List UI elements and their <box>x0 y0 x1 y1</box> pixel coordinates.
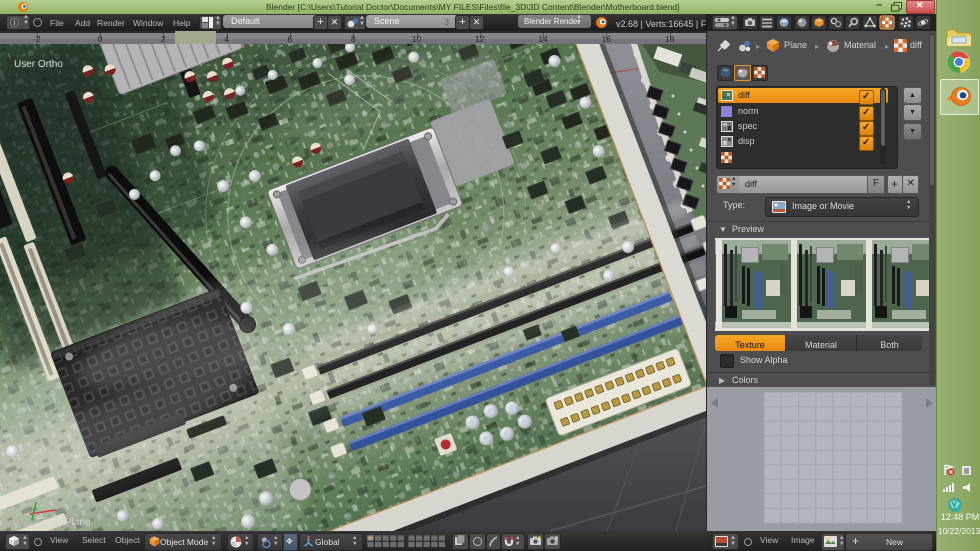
svg-text:(1) Plane: (1) Plane <box>50 517 91 528</box>
svg-text:User Ortho: User Ortho <box>14 59 63 70</box>
